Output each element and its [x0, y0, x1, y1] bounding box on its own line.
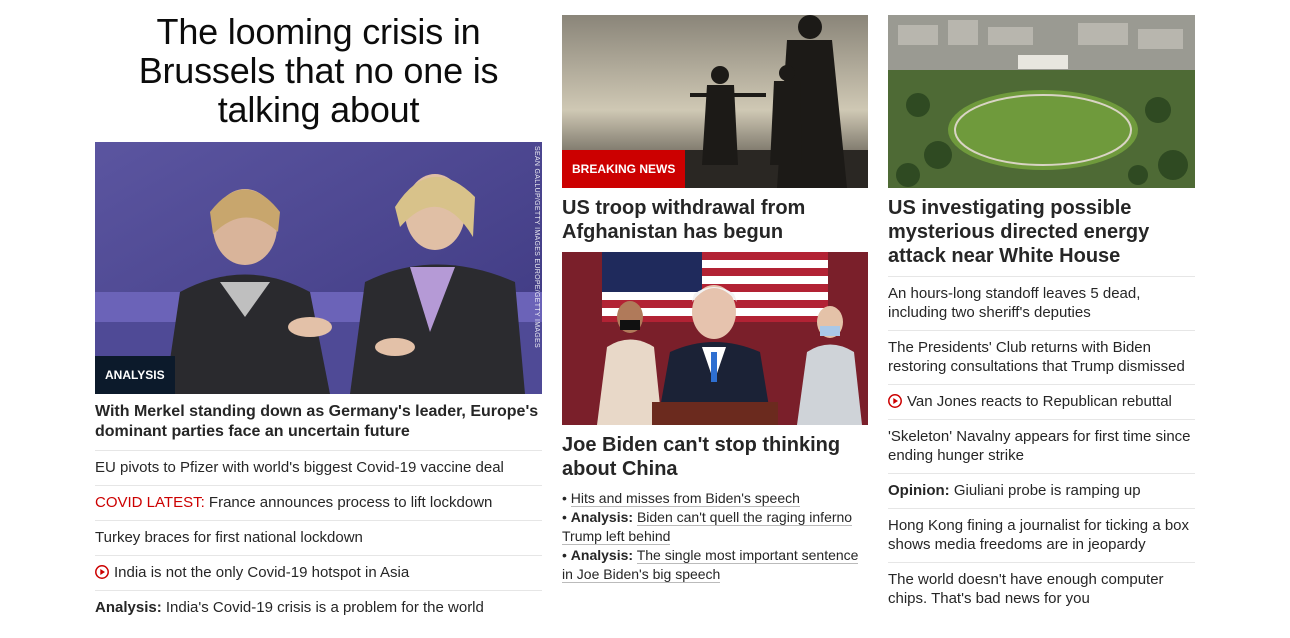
list-item[interactable]: Analysis: India's Covid-19 crisis is a p… — [95, 590, 542, 625]
top-story-headline-link[interactable]: The looming crisis in Brussels that no o… — [139, 11, 499, 130]
middle-column: BREAKING NEWS US troop withdrawal from A… — [562, 0, 868, 584]
list-item-text: India's Covid-19 crisis is a problem for… — [161, 599, 484, 616]
list-item[interactable]: EU pivots to Pfizer with world's biggest… — [95, 450, 542, 485]
analysis-label: Analysis: — [570, 509, 634, 525]
list-item[interactable]: 'Skeleton' Navalny appears for first tim… — [888, 419, 1195, 473]
analysis-label: Analysis: — [570, 547, 634, 563]
col3-headline-list: An hours-long standoff leaves 5 dead, in… — [888, 276, 1195, 616]
list-item[interactable]: • Analysis: The single most important se… — [562, 546, 868, 584]
list-item[interactable]: • Analysis: Biden can't quell the raging… — [562, 508, 868, 546]
list-item-text: Hong Kong fining a journalist for tickin… — [888, 517, 1190, 553]
opinion-label: Opinion: — [888, 482, 950, 499]
list-item-text: India is not the only Covid-19 hotspot i… — [114, 564, 410, 581]
list-item-text: 'Skeleton' Navalny appears for first tim… — [888, 428, 1191, 464]
biden-china-lead-headline[interactable]: Joe Biden can't stop thinking about Chin… — [562, 433, 868, 481]
white-house-lead-headline[interactable]: US investigating possible mysterious dir… — [888, 196, 1195, 268]
list-item[interactable]: The world doesn't have enough computer c… — [888, 562, 1195, 616]
merkel-lead-headline[interactable]: With Merkel standing down as Germany's l… — [95, 402, 542, 442]
afghanistan-lead-headline[interactable]: US troop withdrawal from Afghanistan has… — [562, 196, 868, 244]
analysis-badge: ANALYSIS — [95, 356, 175, 394]
list-item[interactable]: COVID LATEST: France announces process t… — [95, 485, 542, 520]
covid-latest-label: COVID LATEST: — [95, 494, 205, 511]
col1-headline-list: EU pivots to Pfizer with world's biggest… — [95, 450, 542, 625]
biden-related-links: • Hits and misses from Biden's speech • … — [562, 489, 868, 584]
list-item[interactable]: • Hits and misses from Biden's speech — [562, 489, 868, 508]
list-item-text: Van Jones reacts to Republican rebuttal — [907, 393, 1172, 410]
list-item[interactable]: Opinion: Giuliani probe is ramping up — [888, 473, 1195, 508]
top-story-column: The looming crisis in Brussels that no o… — [95, 0, 542, 625]
list-item-text: The world doesn't have enough computer c… — [888, 571, 1164, 607]
analysis-label: Analysis: — [95, 599, 162, 616]
list-item[interactable]: India is not the only Covid-19 hotspot i… — [95, 555, 542, 590]
breaking-news-badge: BREAKING NEWS — [562, 150, 686, 188]
list-item-text: The Presidents' Club returns with Biden … — [888, 339, 1185, 375]
list-item-text: EU pivots to Pfizer with world's biggest… — [95, 459, 504, 476]
list-item-text: An hours-long standoff leaves 5 dead, in… — [888, 285, 1141, 321]
list-item[interactable]: Van Jones reacts to Republican rebuttal — [888, 384, 1195, 419]
merkel-vonderleyen-photo[interactable]: SEAN GALLUP/GETTY IMAGES EUROPE/GETTY IM… — [95, 142, 542, 394]
white-house-aerial-image — [888, 15, 1195, 188]
list-item[interactable]: The Presidents' Club returns with Biden … — [888, 330, 1195, 384]
list-item[interactable]: Hong Kong fining a journalist for tickin… — [888, 508, 1195, 562]
video-play-icon — [888, 394, 902, 408]
video-play-icon — [95, 565, 109, 579]
list-item-text: France announces process to lift lockdow… — [204, 494, 493, 511]
bullet-link[interactable]: Hits and misses from Biden's speech — [570, 490, 800, 507]
right-column: US investigating possible mysterious dir… — [888, 0, 1195, 616]
top-story-headline[interactable]: The looming crisis in Brussels that no o… — [95, 12, 542, 129]
biden-speech-image — [562, 252, 868, 425]
biden-speech-photo[interactable] — [562, 252, 868, 425]
photo-credit: SEAN GALLUP/GETTY IMAGES EUROPE/GETTY IM… — [533, 146, 540, 348]
white-house-aerial-photo[interactable] — [888, 15, 1195, 188]
afghanistan-troops-photo[interactable]: BREAKING NEWS — [562, 15, 868, 188]
list-item-text: Turkey braces for first national lockdow… — [95, 529, 363, 546]
list-item[interactable]: Turkey braces for first national lockdow… — [95, 520, 542, 555]
list-item[interactable]: An hours-long standoff leaves 5 dead, in… — [888, 276, 1195, 330]
list-item-text: Giuliani probe is ramping up — [949, 482, 1141, 499]
